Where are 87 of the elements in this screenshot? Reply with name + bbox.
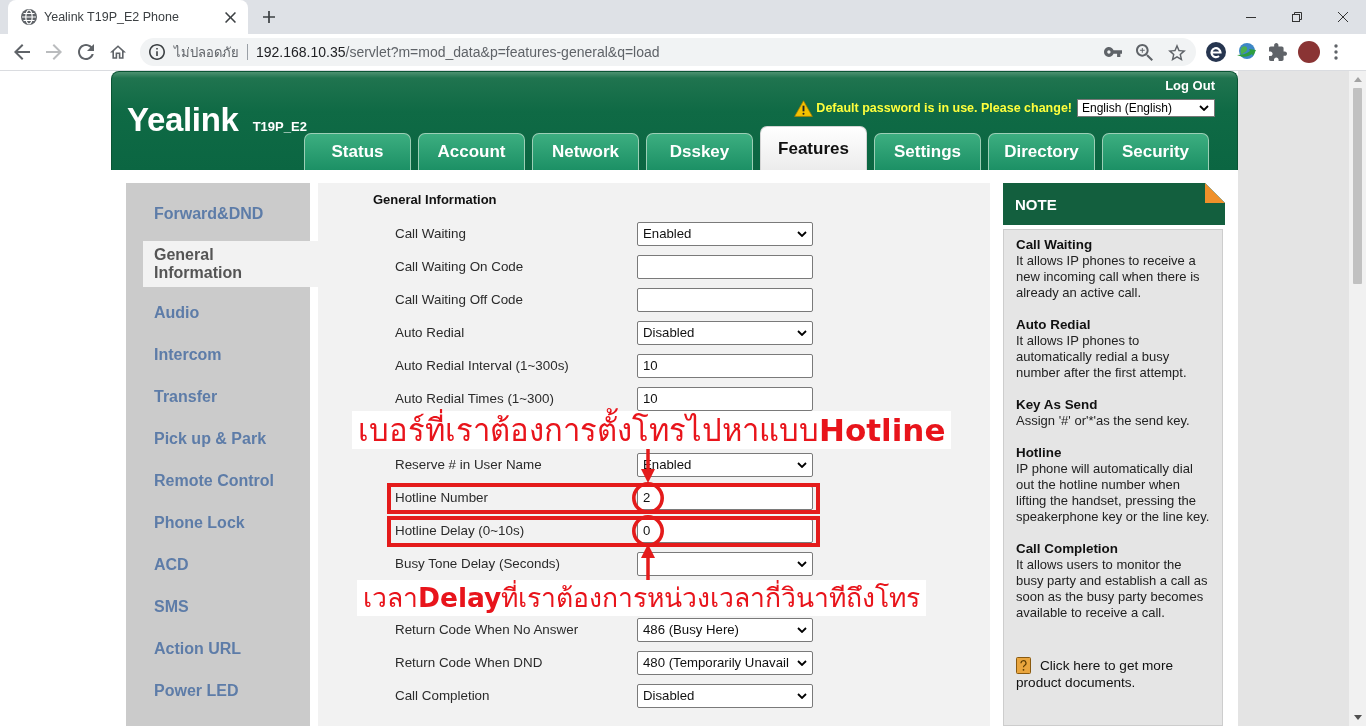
- note-text: It allows IP phones to automatically redial a busy number after the first attempt.: [1016, 333, 1188, 381]
- field-label: Hotline Number: [395, 490, 490, 505]
- nav-tab[interactable]: Settings: [874, 133, 981, 170]
- field-label: Call Completion: [395, 688, 491, 703]
- field-label: Return Code When DND: [395, 655, 544, 670]
- avatar-icon[interactable]: [1298, 41, 1320, 63]
- dropdown[interactable]: Disabled: [637, 320, 813, 345]
- nav-tab[interactable]: Status: [304, 133, 411, 170]
- dropdown[interactable]: 480 (Temporarily Unavail: [637, 650, 813, 675]
- note-title: Call Completion: [1016, 541, 1119, 557]
- note-text: It allows users to monitor the busy party and establish a call as soon as the busy party becomes available to receive a call.: [1016, 557, 1209, 621]
- field-label: Auto Redial Times (1~300): [395, 391, 555, 406]
- extension-icon[interactable]: [1206, 42, 1226, 62]
- chevron-down-icon: [797, 329, 807, 336]
- chevron-down-icon: [1199, 105, 1209, 111]
- nav-tab[interactable]: Directory: [988, 133, 1095, 170]
- menu-icon[interactable]: [1334, 44, 1338, 60]
- model-label: T19P_E2: [252, 120, 307, 133]
- annotation-text: เวลาDelayที่เราต้องการหน่วงเวลากี่วินาทีถึงโทร: [357, 580, 927, 616]
- chevron-down-icon: [797, 230, 807, 237]
- note-text: IP phone will automatically dial out the hotline number when lifting the handset, pressing the speakerphone key or the line key.: [1016, 461, 1211, 525]
- chevron-down-icon: [797, 692, 807, 699]
- browser-tab[interactable]: Yealink T19P_E2 Phone: [8, 0, 248, 34]
- nav-tab[interactable]: Network: [532, 133, 639, 170]
- text-field[interactable]: [637, 254, 813, 279]
- chevron-down-icon: [797, 560, 807, 567]
- close-icon[interactable]: [225, 11, 236, 23]
- folded-corner-icon: [1205, 183, 1225, 203]
- annotation-arrow: [641, 544, 655, 580]
- note-text: It allows IP phones to receive a new incoming call when there is already an active call.: [1016, 253, 1201, 301]
- field-label: Auto Redial: [395, 325, 466, 340]
- puzzle-icon[interactable]: [1269, 43, 1287, 61]
- note-title: Hotline: [1016, 445, 1063, 461]
- field-label: Busy Tone Delay (Seconds): [395, 556, 561, 571]
- note-text: Assign '#' or'*'as the send key.: [1016, 413, 1191, 429]
- scrollbar[interactable]: [1349, 71, 1366, 726]
- field-label: Auto Redial Interval (1~300s): [395, 358, 570, 373]
- back-arrow-icon[interactable]: [14, 44, 30, 60]
- globe-icon: [21, 9, 37, 25]
- chevron-down-icon: [797, 659, 807, 666]
- nav-tab[interactable]: Account: [418, 133, 525, 170]
- nav-tab[interactable]: Security: [1102, 133, 1209, 170]
- sidebar-item[interactable]: General Information: [143, 241, 318, 287]
- nav-tab[interactable]: Features: [760, 126, 867, 170]
- documents-link[interactable]: Click here to get more product documents.: [1016, 657, 1212, 691]
- warning-message: Default password is in use. Please change!: [816, 101, 1072, 115]
- chevron-down-icon: [797, 626, 807, 633]
- home-icon[interactable]: [110, 44, 126, 60]
- key-icon[interactable]: [1104, 47, 1122, 57]
- address-bar[interactable]: ไม่ปลอดภัย 192.168.10.35/servlet?m=mod_data&p=features-general&q=load: [140, 38, 1196, 66]
- dropdown[interactable]: Disabled: [637, 683, 813, 708]
- restore-icon[interactable]: [1292, 12, 1302, 22]
- nav-tab[interactable]: Dsskey: [646, 133, 753, 170]
- language-dropdown[interactable]: English (English): [1077, 99, 1215, 117]
- url-text[interactable]: 192.168.10.35/servlet?m=mod_data&p=features-general&q=load: [256, 44, 660, 60]
- field-label: Call Waiting Off Code: [395, 292, 524, 307]
- field-label: Call Waiting On Code: [395, 259, 525, 274]
- dropdown[interactable]: [637, 551, 813, 576]
- star-icon[interactable]: [1168, 43, 1186, 61]
- plus-icon[interactable]: [263, 11, 275, 23]
- field-label: Reserve # in User Name: [395, 457, 543, 472]
- reload-icon[interactable]: [78, 44, 94, 60]
- zoom-in-icon[interactable]: [1136, 43, 1153, 61]
- note-title: Auto Redial: [1016, 317, 1092, 333]
- caret-down-icon[interactable]: [1353, 715, 1362, 720]
- text-field[interactable]: [637, 287, 813, 312]
- info-icon[interactable]: [149, 44, 165, 60]
- question-book-icon: [1016, 657, 1031, 674]
- dropdown[interactable]: Enabled: [637, 221, 813, 246]
- field-label: Call Waiting: [395, 226, 467, 241]
- security-label[interactable]: ไม่ปลอดภัย: [174, 41, 239, 63]
- text-field[interactable]: 10: [637, 386, 813, 411]
- logo-text: Yealink: [127, 103, 239, 137]
- scrollbar-thumb[interactable]: [1353, 88, 1362, 284]
- text-field[interactable]: 10: [637, 353, 813, 378]
- warning-icon: [794, 99, 814, 117]
- field-label: Hotline Delay (0~10s): [395, 523, 526, 538]
- dropdown[interactable]: 486 (Busy Here): [637, 617, 813, 642]
- note-title: Key As Send: [1016, 397, 1099, 413]
- chevron-down-icon: [797, 461, 807, 468]
- close-icon[interactable]: [1338, 12, 1348, 22]
- field-label: Return Code When No Answer: [395, 622, 580, 637]
- logout-link[interactable]: Log Out: [1165, 78, 1215, 94]
- note-heading: NOTE: [1015, 195, 1057, 213]
- note-title: Call Waiting: [1016, 237, 1094, 253]
- section-title: General Information: [373, 192, 497, 208]
- minimize-icon[interactable]: [1246, 16, 1256, 18]
